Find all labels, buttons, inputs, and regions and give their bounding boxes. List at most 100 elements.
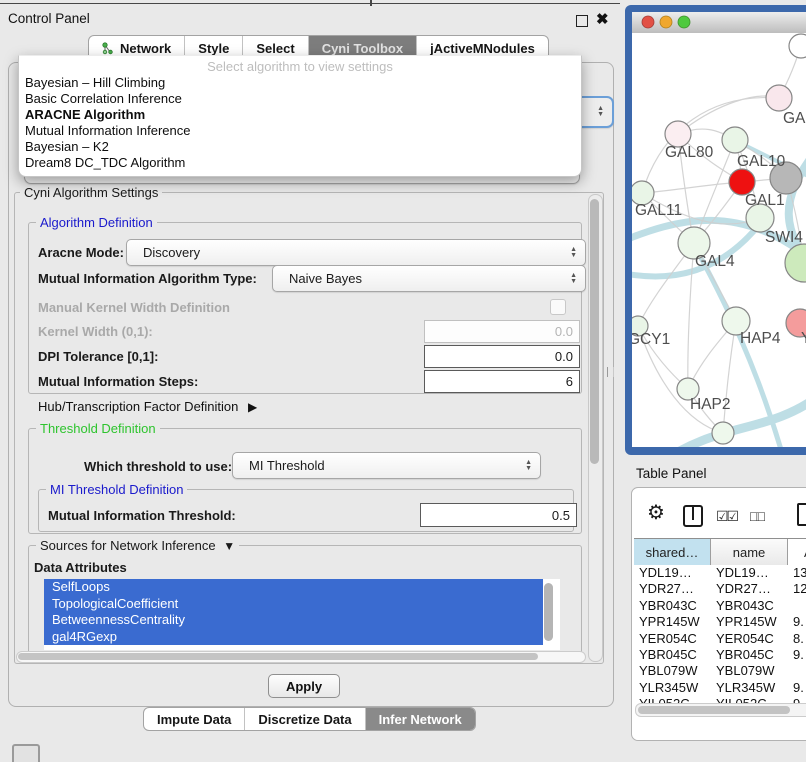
node-unlabeled[interactable] (789, 34, 806, 58)
table-horizontal-scrollbar-thumb[interactable] (638, 706, 790, 714)
list-item[interactable]: BetweennessCentrality (44, 612, 543, 629)
table-row[interactable]: YBR045C YBR045C 9. (634, 647, 806, 663)
mi-threshold-label: Mutual Information Threshold: (48, 508, 236, 523)
node-label: GCY1 (632, 331, 670, 348)
data-attributes-label: Data Attributes (34, 560, 127, 575)
spinner-icon: ▲▼ (570, 247, 577, 259)
dpi-tolerance-input[interactable]: 0.0 (424, 345, 580, 368)
cell: YER054C (711, 631, 788, 647)
select-all-checkboxes-icon[interactable]: ☑☑ (716, 508, 737, 525)
which-threshold-value: MI Threshold (241, 458, 325, 473)
kernel-width-input[interactable]: 0.0 (424, 320, 580, 343)
column-layout-icon[interactable] (683, 505, 703, 527)
network-canvas[interactable]: GAL GAL80 GAL10 GAL1 GAL11 SWI4 GAL4 GCY… (632, 33, 806, 447)
node-label: HAP4 (740, 330, 781, 347)
cell: YBR043C (711, 598, 788, 614)
manual-kernel-checkbox[interactable] (550, 299, 566, 315)
kernel-width-label: Kernel Width (0,1): (38, 324, 153, 339)
tab-impute-data-label: Impute Data (157, 712, 231, 727)
table-row[interactable]: YLR345W YLR345W 9. (634, 680, 806, 696)
mi-type-value: Naive Bayes (281, 271, 362, 286)
node-gal10[interactable] (722, 127, 748, 153)
dpi-tolerance-value: 0.0 (555, 349, 573, 364)
dropdown-item[interactable]: Basic Correlation Inference (19, 91, 581, 107)
minimize-window-icon[interactable] (660, 16, 672, 28)
network-window-titlebar[interactable] (632, 12, 806, 34)
settings-horizontal-scrollbar-thumb[interactable] (18, 653, 538, 660)
mi-threshold-input[interactable]: 0.5 (420, 503, 577, 527)
node-green-large[interactable] (785, 244, 806, 282)
list-item[interactable]: gal4RGexp (44, 629, 543, 646)
table-panel-title: Table Panel (636, 466, 707, 481)
which-threshold-combo[interactable]: MI Threshold ▲▼ (232, 452, 541, 479)
table-rows: YDL19… YDL19… 13 YDR27… YDR27… 12 YBR043… (634, 565, 806, 715)
hub-definition-expander[interactable]: Hub/Transcription Factor Definition ▶ (38, 399, 257, 414)
mi-type-label: Mutual Information Algorithm Type: (38, 271, 257, 286)
splitter-tick[interactable] (370, 0, 372, 6)
apply-button[interactable]: Apply (268, 674, 340, 698)
list-vertical-scrollbar-thumb[interactable] (544, 583, 553, 641)
node-label: GAL1 (745, 192, 785, 209)
panel-splitter-grip[interactable] (607, 367, 614, 377)
minimized-panel-icon[interactable] (12, 744, 40, 762)
mi-threshold-group-label: MI Threshold Definition (46, 482, 187, 497)
sources-label-text: Sources for Network Inference (40, 538, 216, 553)
list-item[interactable]: TopologicalCoefficient (44, 596, 543, 613)
dropdown-item[interactable]: Bayesian – Hill Climbing (19, 75, 581, 91)
tab-cyni-toolbox-label: Cyni Toolbox (322, 41, 403, 56)
cell: 9. (788, 614, 806, 630)
column-header-partial[interactable]: A (788, 539, 806, 565)
settings-vertical-scrollbar-thumb[interactable] (590, 199, 599, 464)
table-row[interactable]: YER054C YER054C 8. (634, 631, 806, 647)
mi-steps-value: 6 (566, 374, 573, 389)
cell: 9. (788, 680, 806, 696)
table-row[interactable]: YPR145W YPR145W 9. (634, 614, 806, 630)
dropdown-item[interactable]: Dream8 DC_TDC Algorithm (19, 155, 581, 171)
new-table-icon[interactable] (797, 503, 806, 526)
dropdown-item-selected[interactable]: ARACNE Algorithm (19, 107, 581, 123)
tab-discretize-data-label: Discretize Data (258, 712, 351, 727)
cell: 9. (788, 647, 806, 663)
list-item[interactable]: SelfLoops (44, 579, 543, 596)
cell (788, 598, 806, 614)
column-header-label: name (733, 545, 766, 560)
table-row[interactable]: YBR043C YBR043C (634, 598, 806, 614)
zoom-window-icon[interactable] (678, 16, 690, 28)
sources-group-label[interactable]: Sources for Network Inference ▼ (36, 538, 239, 553)
mi-steps-input[interactable]: 6 (424, 370, 580, 393)
float-panel-icon[interactable] (576, 15, 588, 27)
table-row[interactable]: YDR27… YDR27… 12 (634, 581, 806, 597)
table-settings-gear-icon[interactable]: ⚙ (647, 503, 665, 523)
dropdown-item[interactable]: Mutual Information Inference (19, 123, 581, 139)
table-panel-body: ⚙ ☑☑ □□ shared… name A YDL19… YDL19… 13 (631, 487, 806, 741)
dpi-tolerance-label: DPI Tolerance [0,1]: (38, 349, 158, 364)
table-row[interactable]: YBL079W YBL079W (634, 663, 806, 679)
dropdown-item[interactable]: Bayesian – K2 (19, 139, 581, 155)
table-row[interactable]: YDL19… YDL19… 13 (634, 565, 806, 581)
node-bottom-partial[interactable] (712, 422, 734, 444)
cell: YPR145W (634, 614, 711, 630)
close-window-icon[interactable] (642, 16, 654, 28)
algorithm-dropdown-popup: Select algorithm to view settings Bayesi… (18, 55, 582, 177)
cell (788, 663, 806, 679)
node-label: GAL4 (695, 253, 735, 270)
tab-infer-network[interactable]: Infer Network (366, 708, 475, 730)
network-tab-icon (102, 42, 114, 55)
tab-jactivemnodules-label: jActiveMNodules (430, 41, 535, 56)
column-header-name[interactable]: name (711, 539, 788, 565)
mi-type-combo[interactable]: Naive Bayes ▲▼ (272, 265, 586, 292)
column-header-shared-name[interactable]: shared… (634, 539, 711, 565)
cell: YBL079W (711, 663, 788, 679)
cell: YBR043C (634, 598, 711, 614)
dropdown-prompt: Select algorithm to view settings (19, 59, 581, 75)
close-panel-icon[interactable]: ✖ (596, 10, 609, 28)
aracne-mode-combo[interactable]: Discovery ▲▼ (126, 239, 586, 266)
table-header-row: shared… name A (634, 538, 806, 566)
cell: YLR345W (634, 680, 711, 696)
tab-select-label: Select (256, 41, 294, 56)
tab-discretize-data[interactable]: Discretize Data (245, 708, 365, 730)
tab-impute-data[interactable]: Impute Data (144, 708, 245, 730)
node-gal-partial[interactable] (766, 85, 792, 111)
window-top-border (0, 3, 620, 4)
deselect-all-checkboxes-icon[interactable]: □□ (750, 508, 763, 524)
